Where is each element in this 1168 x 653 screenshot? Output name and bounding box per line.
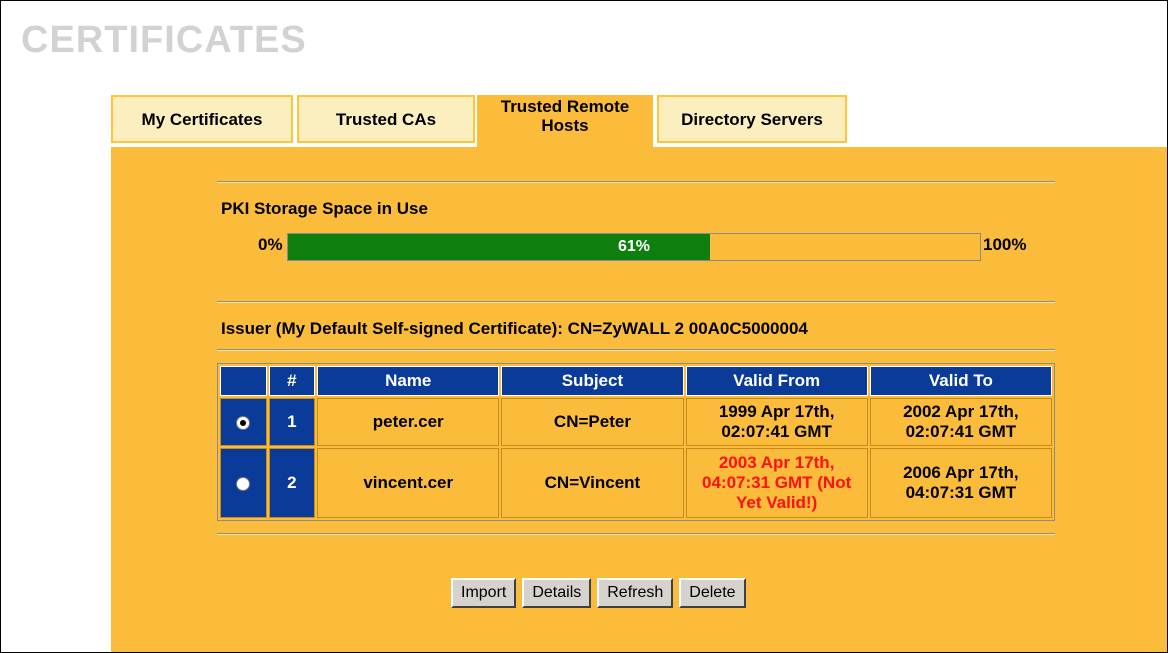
valid-from-line1: 2003 Apr 17th, [718,453,835,472]
row-valid-to: 2006 Apr 17th, 04:07:31 GMT [869,448,1052,518]
tab-trusted-remote-hosts[interactable]: Trusted Remote Hosts [477,95,653,149]
header-valid-to: Valid To [869,366,1052,396]
valid-from-line2: 02:07:41 GMT [721,422,832,441]
divider [217,533,1055,535]
row-select-cell [220,448,267,518]
tab-my-certificates-label: My Certificates [141,109,263,129]
storage-min-label: 0% [258,235,283,254]
page-title: CERTIFICATES [21,19,307,61]
valid-to-line1: 2002 Apr 17th, [903,402,1019,421]
tab-directory-servers[interactable]: Directory Servers [657,95,847,143]
table-row: 1 peter.cer CN=Peter 1999 Apr 17th, 02:0… [220,398,1052,446]
valid-to-line2: 02:07:41 GMT [905,422,1017,441]
divider [217,349,1055,351]
certificates-screen: CERTIFICATES My Certificates Trusted CAs… [0,0,1168,653]
storage-progress-text: 61% [617,238,651,255]
details-button[interactable]: Details [522,578,592,608]
row-valid-from: 2003 Apr 17th, 04:07:31 GMT (Not Yet Val… [685,448,868,518]
divider [217,181,1055,183]
valid-to-line2: 04:07:31 GMT [905,483,1017,502]
row-index: 1 [268,398,316,446]
valid-from-line1: 1999 Apr 17th, [718,402,835,421]
storage-progress-bar: 61% [287,233,981,261]
row-subject: CN=Peter [501,398,684,446]
tab-directory-servers-label: Directory Servers [681,109,823,129]
delete-button[interactable]: Delete [679,578,746,608]
trusted-remote-hosts-panel: PKI Storage Space in Use 0% 61% 100% Iss… [111,147,1167,652]
import-button[interactable]: Import [451,578,517,608]
row-select-radio[interactable] [236,415,251,430]
row-select-radio[interactable] [236,476,251,491]
tab-my-certificates[interactable]: My Certificates [111,95,293,143]
row-subject: CN=Vincent [501,448,684,518]
certificate-table: # Name Subject Valid From Valid To 1 pet… [217,363,1055,521]
storage-max-label: 100% [983,235,1027,254]
header-valid-from: Valid From [685,366,868,396]
tab-trusted-remote-hosts-line1: Trusted Remote [500,97,630,116]
tab-trusted-cas[interactable]: Trusted CAs [297,95,475,143]
table-row: 2 vincent.cer CN=Vincent 2003 Apr 17th, … [220,448,1052,518]
row-index: 2 [268,448,316,518]
header-name: Name [317,366,500,396]
row-name: vincent.cer [317,448,500,518]
table-header-row: # Name Subject Valid From Valid To [220,366,1052,396]
header-select [220,366,267,396]
header-index: # [268,366,316,396]
action-buttons: Import Details Refresh Delete [451,578,746,608]
tab-trusted-remote-hosts-line2: Hosts [541,116,589,135]
header-subject: Subject [501,366,684,396]
refresh-button[interactable]: Refresh [597,578,674,608]
valid-to-line1: 2006 Apr 17th, [903,463,1019,482]
row-valid-from: 1999 Apr 17th, 02:07:41 GMT [685,398,868,446]
divider [217,301,1055,303]
tab-trusted-cas-label: Trusted CAs [335,109,437,129]
storage-label: PKI Storage Space in Use [221,199,428,218]
tab-trusted-remote-hosts-label: Trusted Remote Hosts [501,97,629,135]
valid-from-line3: Yet Valid!) [736,493,818,512]
row-select-cell [220,398,267,446]
issuer-text: Issuer (My Default Self-signed Certifica… [221,319,808,338]
valid-from-line2: 04:07:31 GMT (Not [702,473,852,492]
row-valid-to: 2002 Apr 17th, 02:07:41 GMT [869,398,1052,446]
row-name: peter.cer [317,398,500,446]
